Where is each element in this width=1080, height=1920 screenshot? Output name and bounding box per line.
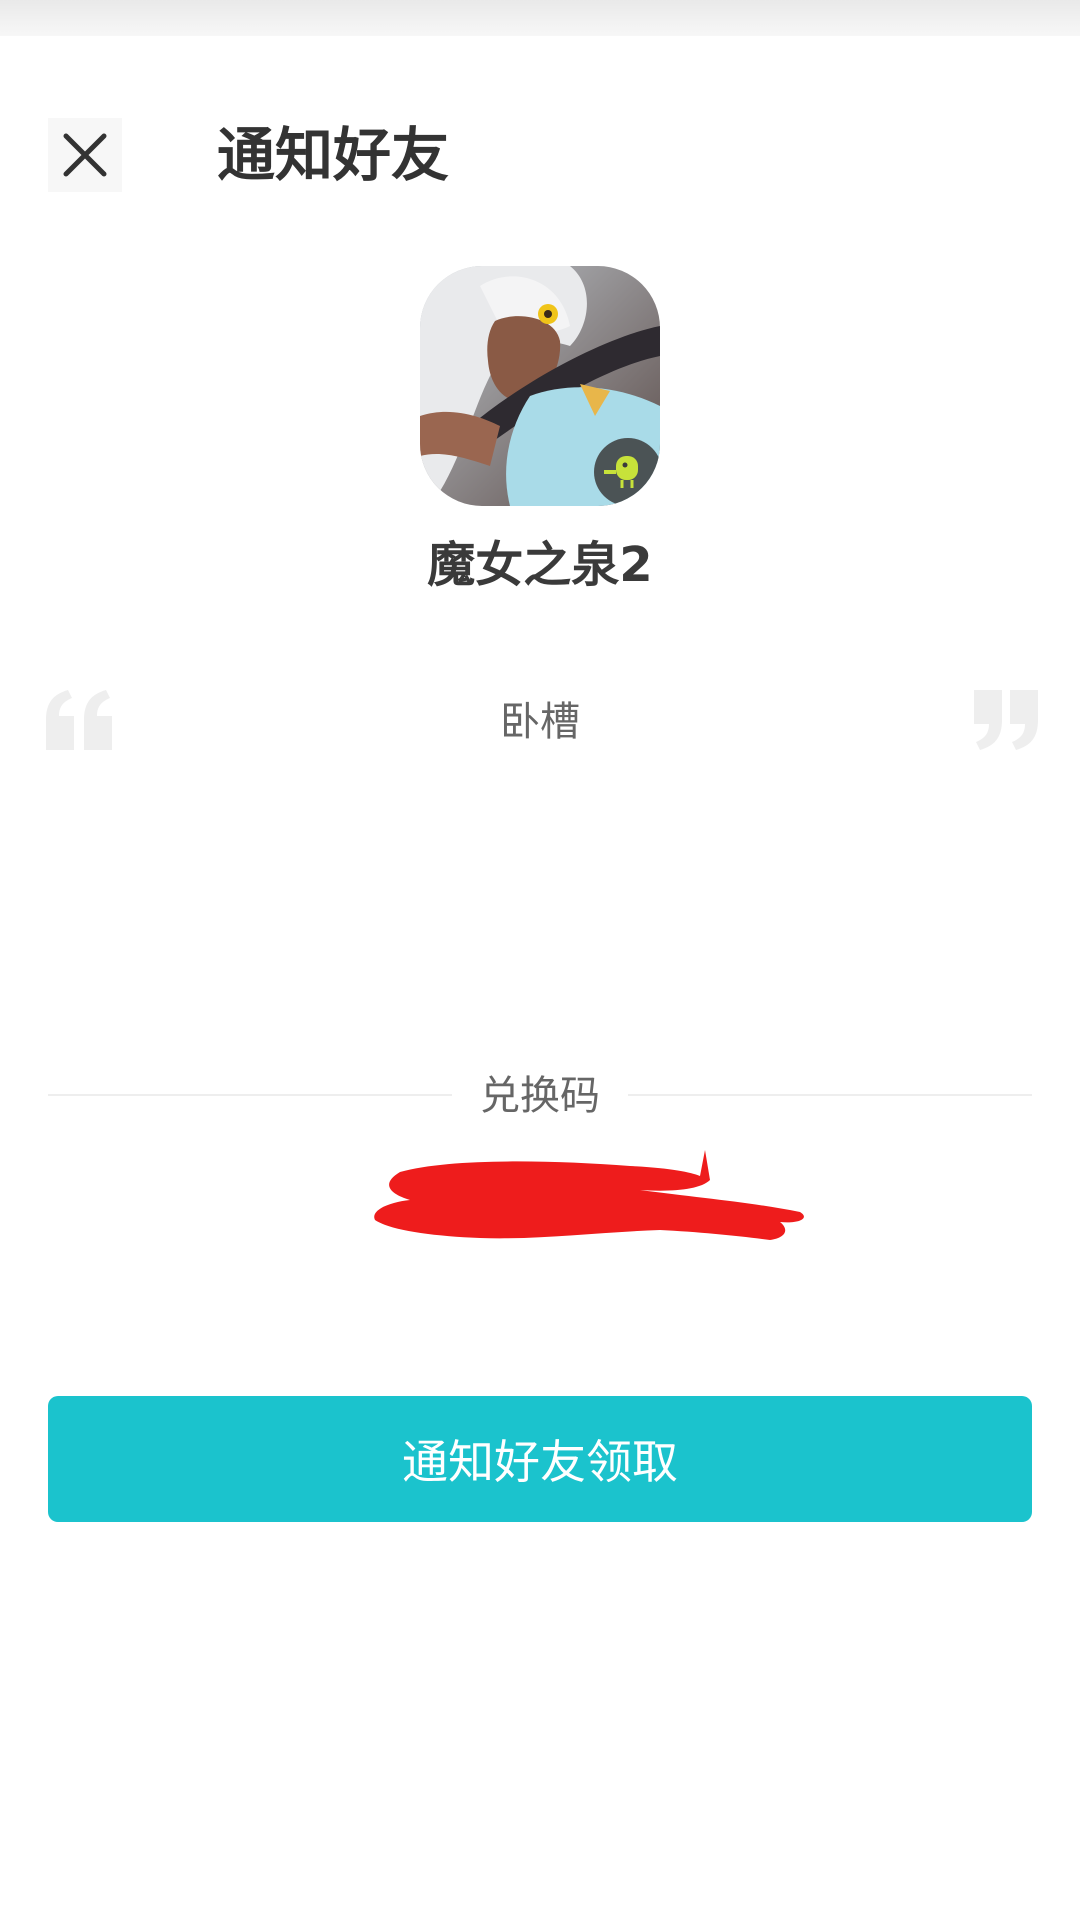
- redeem-code-label: 兑换码: [480, 1073, 600, 1119]
- redacted-code-scribble: [374, 1150, 804, 1240]
- notify-friends-button[interactable]: 通知好友领取: [48, 1396, 1032, 1522]
- status-bar: [0, 0, 1080, 36]
- close-icon: [63, 133, 107, 177]
- app-icon: [420, 266, 660, 506]
- divider-right: [628, 1094, 1032, 1096]
- close-button[interactable]: [48, 118, 122, 192]
- close-quote-icon: [974, 690, 1038, 750]
- page-title: 通知好友: [217, 121, 450, 189]
- app-name: 魔女之泉2: [427, 537, 653, 593]
- message-text: 卧槽: [500, 699, 580, 745]
